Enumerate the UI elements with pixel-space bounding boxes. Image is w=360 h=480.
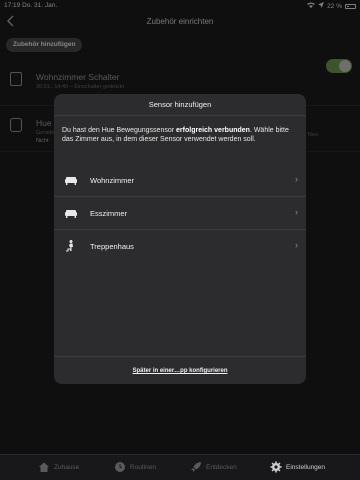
clock-icon: [114, 461, 126, 473]
room-label: Treppenhaus: [90, 242, 134, 251]
tab-entdecken[interactable]: Entdecken: [190, 461, 237, 473]
rocket-icon: [190, 461, 202, 473]
tab-label: Routinen: [130, 463, 157, 471]
chevron-right-icon: ›: [295, 240, 298, 250]
modal-description-text: Du hast den Hue Bewegungssensor: [62, 127, 177, 134]
sofa-icon: [64, 206, 78, 220]
stairs-icon: [64, 239, 78, 253]
tab-routinen[interactable]: Routinen: [114, 461, 156, 473]
chevron-right-icon: ›: [295, 174, 298, 184]
room-item-treppenhaus[interactable]: Treppenhaus ›: [54, 230, 306, 263]
tab-label: Entdecken: [206, 463, 237, 471]
home-icon: [38, 461, 50, 473]
tab-einstellungen[interactable]: Einstellungen: [270, 461, 325, 473]
room-label: Esszimmer: [90, 209, 128, 218]
tab-bar: Zuhause Routinen Entdecken Einstellungen: [0, 454, 360, 480]
chevron-right-icon: ›: [295, 207, 298, 217]
room-item-esszimmer[interactable]: Esszimmer ›: [54, 197, 306, 230]
tab-zuhause[interactable]: Zuhause: [38, 461, 79, 473]
tab-label: Zuhause: [54, 463, 80, 471]
modal-title: Sensor hinzufügen: [54, 94, 306, 116]
gear-icon: [270, 461, 282, 473]
sofa-icon: [64, 173, 78, 187]
add-sensor-modal: Sensor hinzufügen Du hast den Hue Bewegu…: [54, 94, 306, 384]
modal-description-bold: erfolgreich verbunden: [176, 127, 250, 134]
room-list: Wohnzimmer › Esszimmer › Treppenhaus ›: [54, 164, 306, 263]
configure-later-link[interactable]: Später in einer…pp konfigurieren: [54, 356, 306, 384]
room-label: Wohnzimmer: [90, 176, 135, 185]
tab-label: Einstellungen: [286, 463, 326, 471]
room-item-wohnzimmer[interactable]: Wohnzimmer ›: [54, 164, 306, 197]
